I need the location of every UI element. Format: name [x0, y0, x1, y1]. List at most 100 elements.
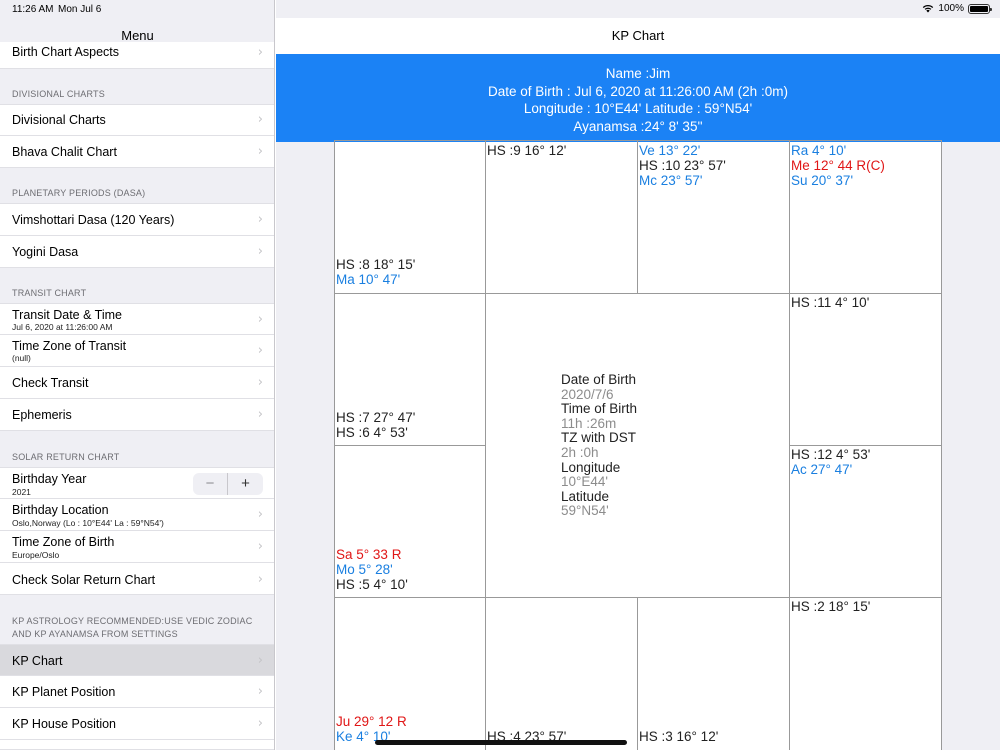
- chevron-right-icon: ›: [257, 45, 263, 60]
- sidebar-item-label: Time Zone of Birth: [12, 535, 115, 549]
- sidebar-item-bhava-chalit[interactable]: Bhava Chalit Chart ›: [0, 136, 274, 168]
- sidebar-item-transit-datetime[interactable]: Transit Date & Time Jul 6, 2020 at 11:26…: [0, 303, 274, 335]
- section-header-transit: TRANSIT CHART: [12, 288, 87, 298]
- sidebar-item-label: Ephemeris: [12, 408, 72, 422]
- decrement-button[interactable]: −: [193, 473, 228, 495]
- planet-text: Mc 23° 57': [639, 173, 703, 188]
- dob-label: Date of Birth: [561, 372, 637, 387]
- banner-coordinates: Longitude : 10°E44' Latitude : 59°N54': [523, 101, 753, 116]
- battery-icon: [968, 3, 992, 14]
- sidebar-item-label: Bhava Chalit Chart: [12, 145, 117, 159]
- section-header-divisional: DIVISIONAL CHARTS: [12, 89, 105, 99]
- birth-details-center: Date of Birth 2020/7/6 Time of Birth 11h…: [561, 372, 638, 519]
- dob-value: 2020/7/6: [561, 386, 614, 402]
- house-cell-bottom-3: HS :3 16° 12': [637, 597, 790, 750]
- sidebar-item-label: Vimshottari Dasa (120 Years): [12, 213, 175, 227]
- chevron-right-icon: ›: [257, 375, 263, 390]
- sidebar-item-transit-timezone[interactable]: Time Zone of Transit (null) ›: [0, 335, 274, 367]
- latitude-label: Latitude: [561, 488, 610, 504]
- longitude-value: 10°E44': [561, 474, 609, 490]
- status-bar: 11:26 AM Mon Jul 6 100%: [0, 0, 1000, 18]
- sidebar-item-label: Birthday Year: [12, 472, 87, 486]
- house-cell-top-4: Ra 4° 10' Me 12° 44 R(C) Su 20° 37': [789, 140, 942, 294]
- page-title: KP Chart: [276, 18, 1000, 54]
- house-cusp-text: HS :11 4° 10': [791, 295, 870, 310]
- increment-button[interactable]: +: [228, 473, 263, 495]
- planet-text: Su 20° 37': [791, 173, 854, 188]
- sidebar-item-check-transit[interactable]: Check Transit ›: [0, 367, 274, 399]
- sidebar-item-kp-chart[interactable]: KP Chart ›: [0, 644, 274, 676]
- house-cusp-text: HS :5 4° 10': [336, 577, 408, 592]
- chart-center-box: [485, 293, 790, 598]
- home-indicator[interactable]: [375, 740, 627, 745]
- sidebar-item-subtitle: Oslo,Norway (Lo : 10°E44' La : 59°N54'): [12, 518, 164, 528]
- sidebar-item-check-solar-return[interactable]: Check Solar Return Chart ›: [0, 563, 274, 595]
- house-cell-top-2: HS :9 16° 12': [485, 140, 638, 294]
- sidebar-item-subtitle: 2021: [12, 487, 31, 497]
- sidebar-item-subtitle: Jul 6, 2020 at 11:26:00 AM: [12, 322, 113, 332]
- banner-ayanamsa: Ayanamsa :24° 8' 35'': [573, 118, 703, 134]
- sidebar-item-label: Transit Date & Time: [12, 308, 122, 322]
- sidebar-item-kp-planet[interactable]: KP Planet Position ›: [0, 676, 274, 708]
- status-right: 100%: [922, 3, 992, 14]
- status-date: Mon Jul 6: [58, 4, 102, 15]
- house-cusp-text: HS :3 16° 12': [639, 729, 719, 744]
- section-header-kp-line1: KP ASTROLOGY RECOMMENDED:USE VEDIC ZODIA…: [12, 616, 253, 626]
- sidebar-item-timezone-birth[interactable]: Time Zone of Birth Europe/Oslo ›: [0, 531, 274, 563]
- chevron-right-icon: ›: [257, 144, 263, 159]
- house-cell-mid-left-1: HS :7 27° 47' HS :6 4° 53': [334, 293, 486, 446]
- sidebar-item-kp-house[interactable]: KP House Position ›: [0, 708, 274, 740]
- planet-text: Mo 5° 28': [336, 562, 393, 577]
- house-cusp-text: HS :6 4° 53': [336, 425, 408, 440]
- sidebar-item-label: Yogini Dasa: [12, 245, 79, 259]
- sidebar-item-label: KP House Position: [12, 717, 116, 731]
- sidebar-item-label: Check Solar Return Chart: [12, 573, 156, 587]
- house-cusp-text: HS :12 4° 53': [791, 447, 871, 462]
- sidebar-item-divisional-charts[interactable]: Divisional Charts ›: [0, 104, 274, 136]
- house-cusp-text: HS :2 18° 15': [791, 599, 871, 614]
- chevron-right-icon: ›: [257, 716, 263, 731]
- banner-name: Name :Jim: [605, 66, 671, 81]
- chevron-right-icon: ›: [257, 407, 263, 422]
- section-header-solar-return: SOLAR RETURN CHART: [12, 452, 120, 462]
- tob-label: Time of Birth: [561, 401, 638, 417]
- house-cell-bottom-2: HS :4 23° 57': [485, 597, 638, 750]
- sidebar-item-ephemeris[interactable]: Ephemeris ›: [0, 399, 274, 431]
- sidebar-item-vimshottari[interactable]: Vimshottari Dasa (120 Years) ›: [0, 203, 274, 236]
- tob-value: 11h :26m: [561, 415, 617, 431]
- chevron-right-icon: ›: [257, 572, 263, 587]
- section-header-dasa: PLANETARY PERIODS (DASA): [12, 188, 146, 198]
- chevron-right-icon: ›: [257, 343, 263, 358]
- planet-text-retrograde: Ju 29° 12 R: [336, 714, 407, 729]
- sidebar-item-label: Time Zone of Transit: [12, 339, 127, 353]
- house-cell-mid-left-2: Sa 5° 33 R Mo 5° 28' HS :5 4° 10': [334, 445, 486, 598]
- latitude-value: 59°N54': [561, 503, 609, 519]
- sidebar-item-birthday-location[interactable]: Birthday Location Oslo,Norway (Lo : 10°E…: [0, 499, 274, 531]
- sidebar-item-partial: [0, 740, 274, 750]
- chevron-right-icon: ›: [257, 653, 263, 668]
- tz-value: 2h :0h: [561, 444, 599, 460]
- planet-text: Ma 10° 47': [336, 272, 401, 287]
- year-stepper[interactable]: − +: [193, 473, 263, 495]
- kp-chart-grid: HS :8 18° 15' Ma 10° 47' HS :9 16° 12' V…: [334, 140, 942, 750]
- house-cusp-text: HS :10 23° 57': [639, 158, 726, 173]
- planet-text-retrograde: Me 12° 44 R(C): [791, 158, 885, 173]
- sidebar-item-birth-chart-aspects[interactable]: Birth Chart Aspects ›: [0, 42, 274, 69]
- chevron-right-icon: ›: [257, 684, 263, 699]
- house-cell-bottom-4: HS :2 18° 15': [789, 597, 942, 750]
- sidebar-item-birthday-year: Birthday Year 2021 − +: [0, 467, 274, 499]
- house-cusp-text: HS :8 18° 15': [336, 257, 416, 272]
- longitude-label: Longitude: [561, 459, 621, 475]
- planet-text: Ra 4° 10': [791, 143, 847, 158]
- sidebar-item-label: Birth Chart Aspects: [12, 45, 119, 59]
- birth-info-banner: Name :Jim Date of Birth : Jul 6, 2020 at…: [276, 54, 1000, 142]
- house-cell-mid-right-1: HS :11 4° 10': [789, 293, 942, 446]
- chevron-right-icon: ›: [257, 244, 263, 259]
- chevron-right-icon: ›: [257, 507, 263, 522]
- sidebar-item-label: Birthday Location: [12, 503, 109, 517]
- wifi-icon: [922, 4, 934, 13]
- chevron-right-icon: ›: [257, 539, 263, 554]
- sidebar-item-yogini[interactable]: Yogini Dasa ›: [0, 236, 274, 268]
- planet-text: Ve 13° 22': [639, 143, 701, 158]
- sidebar-item-label: KP Chart: [12, 654, 63, 668]
